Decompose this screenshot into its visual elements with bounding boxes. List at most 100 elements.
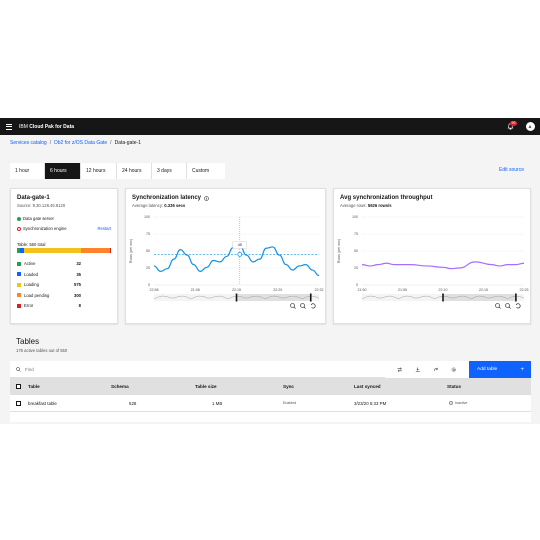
server-status-label: Data gate server [23,216,54,221]
tab-1-hour[interactable]: 1 hour [10,163,45,179]
magnifier-lens [290,303,295,308]
breadcrumb-link-services-catalog[interactable]: Services catalog [10,140,47,146]
legend-item-loaded: Loaded 35 [17,272,81,277]
add-table-button[interactable]: Add table + [469,361,531,378]
legend-label: Load pending [24,292,50,298]
range-slider-handle [515,293,517,302]
magnifier-lens [300,303,305,308]
card-title: Data-gate-1 [17,195,50,201]
reset-arc [310,303,316,309]
status-label: Inactive [455,400,468,405]
search-input[interactable] [25,366,225,372]
table-row[interactable]: breakfast table 528 1 MB Enabled 3/23/20… [10,395,531,412]
y-tick-label: 50 [354,249,358,253]
status-badge: Inactive [449,400,468,406]
tab-12-hours[interactable]: 12 hours [81,163,117,179]
range-slider-handle [235,293,238,302]
column-header-table-size[interactable]: Table size [195,384,217,389]
edit-source-link[interactable]: Edit source [499,167,524,173]
table-toolbar: Add table + [10,361,531,378]
legend-label: Error [24,303,34,308]
restart-link[interactable]: Restart [98,226,112,231]
zoom-out-icon[interactable] [300,303,306,309]
sync-throughput-card: Avg synchronization throughput Average r… [333,188,531,324]
reset-zoom-icon[interactable] [310,303,316,309]
range-slider-handle [309,293,312,302]
gear-icon [451,367,457,372]
magnifier-lens [495,303,500,308]
hover-point [237,252,243,257]
data-gate-summary-card: Data-gate-1 Source: 9.30.128.45.8120 Dat… [10,188,118,324]
column-header-schema[interactable]: Schema [111,384,129,389]
avatar: A [525,122,535,131]
tab-24-hours[interactable]: 24 hours [117,163,152,179]
cell-table-size: 1 MB [212,400,223,406]
throughput-line-chart[interactable]: Rows (per sec) 100 75 50 25 021:50 21:55 22:10 2… [334,189,532,325]
column-header-table[interactable]: Table [28,384,40,389]
table-status-stacked-bar [17,248,111,253]
legend-swatch [17,293,21,297]
column-header-sync[interactable]: Sync [283,384,294,389]
cell-table-name: breakfast table [28,400,57,406]
header-actions: 99 A [500,118,540,135]
app-window: IBM Cloud Pak for Data 99 A Services cat… [0,118,540,424]
zoom-in-icon[interactable] [495,303,501,309]
time-range-switcher: 1 hour 6 hours 12 hours 24 hours 3 days … [10,163,225,179]
x-tick-label: 22:25 [520,288,529,292]
magnifier-handle [508,306,511,309]
column-header-last-synced[interactable]: Last synced [354,384,381,389]
reset-zoom-icon[interactable] [515,303,521,309]
zoom-in-icon[interactable] [290,303,296,309]
x-tick-label: 22:32 [315,288,324,292]
series-line [361,261,525,270]
magnifier-handle [303,306,306,309]
refresh-button[interactable] [427,361,445,378]
breadcrumb-separator: / [110,140,112,146]
hamburger-menu-icon[interactable] [0,118,18,135]
table-total: Table: 550 total [17,242,46,247]
sort-button[interactable] [391,361,409,378]
latency-line-chart[interactable]: Rows (per sec) 100 75 50 25 022:58 21:08 22:15 2… [126,189,327,325]
x-tick-label: 22:10 [439,288,448,292]
server-status-row: Data gate server [17,216,54,221]
y-tick-label: 0 [356,283,358,287]
y-tick-label: 75 [146,232,150,236]
arrows-swap-icon [397,367,403,372]
cell-last-synced: 3/23/20 5:33 PM [354,400,387,406]
x-tick-label: 21:55 [398,288,407,292]
zoom-out-icon[interactable] [505,303,511,309]
range-slider-handle [442,293,444,302]
y-tick-label: 100 [352,215,358,219]
source-address: Source: 9.30.128.45.8120 [17,203,66,208]
legend-label: Active [24,261,36,266]
cell-schema: 528 [129,400,137,406]
y-axis-label: Rows (per sec) [129,239,133,263]
notification-button[interactable]: 99 [500,118,520,135]
legend-item-error: Error 8 [17,303,81,308]
brand-title[interactable]: IBM Cloud Pak for Data [19,124,74,130]
column-header-status[interactable]: Status [447,384,461,389]
tab-3-days[interactable]: 3 days [152,163,187,179]
x-tick-label: 21:08 [191,288,200,292]
legend-swatch [17,272,21,276]
warning-status-icon [17,226,21,231]
settings-button[interactable] [445,361,463,378]
tables-data-table: Table Schema Table size Sync Last synced… [10,378,531,422]
download-button[interactable] [409,361,427,378]
y-tick-label: 100 [144,215,150,219]
breadcrumb-current: Data-gate-1 [114,140,141,146]
series-line [153,244,320,277]
tooltip-value: 45 [238,243,242,247]
legend-item-load-pending: Load pending 300 [17,293,81,298]
user-profile-button[interactable]: A [520,118,540,135]
select-all-checkbox[interactable] [16,384,21,389]
legend-value: 32 [76,261,81,266]
search-bar [10,361,385,378]
legend-label: Loading [24,282,39,287]
legend-value: 35 [76,271,81,277]
x-tick-label: 22:15 [232,288,241,292]
tab-6-hours[interactable]: 6 hours [45,163,81,179]
breadcrumb-link-data-gate[interactable]: Db2 for z/OS Data Gate [54,140,107,146]
row-checkbox[interactable] [16,400,21,406]
tab-custom[interactable]: Custom [187,163,225,179]
